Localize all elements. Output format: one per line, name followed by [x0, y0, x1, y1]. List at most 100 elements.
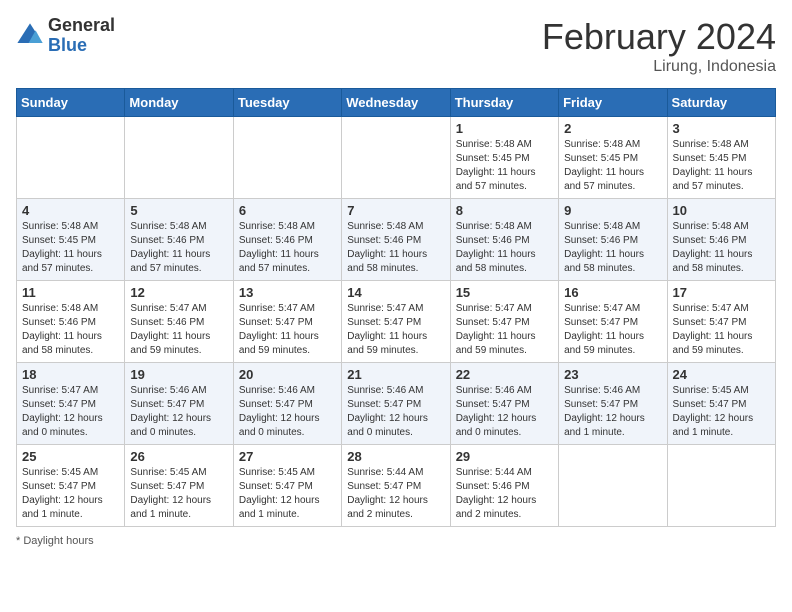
calendar-cell — [342, 117, 450, 199]
month-title: February 2024 — [542, 16, 776, 58]
day-info: Sunrise: 5:46 AM Sunset: 5:47 PM Dayligh… — [564, 384, 661, 440]
calendar-cell: 29Sunrise: 5:44 AM Sunset: 5:46 PM Dayli… — [450, 445, 558, 527]
logo-text: General Blue — [48, 16, 115, 56]
day-number: 19 — [130, 367, 227, 382]
calendar-cell — [667, 445, 775, 527]
day-number: 9 — [564, 203, 661, 218]
day-number: 26 — [130, 449, 227, 464]
day-number: 5 — [130, 203, 227, 218]
calendar-cell: 2Sunrise: 5:48 AM Sunset: 5:45 PM Daylig… — [559, 117, 667, 199]
logo: General Blue — [16, 16, 115, 56]
day-info: Sunrise: 5:47 AM Sunset: 5:47 PM Dayligh… — [347, 302, 444, 358]
day-info: Sunrise: 5:45 AM Sunset: 5:47 PM Dayligh… — [22, 466, 119, 522]
day-info: Sunrise: 5:48 AM Sunset: 5:45 PM Dayligh… — [673, 138, 770, 194]
calendar-cell: 8 Sunrise: 5:48 AM Sunset: 5:46 PM Daylig… — [450, 199, 558, 281]
day-info: Sunrise: 5:45 AM Sunset: 5:47 PM Dayligh… — [130, 466, 227, 522]
calendar-cell: 10 Sunrise: 5:48 AM Sunset: 5:46 PM Dayli… — [667, 199, 775, 281]
calendar-cell: 16 Sunrise: 5:47 AM Sunset: 5:47 PM Dayli… — [559, 281, 667, 363]
day-info: Sunrise: 5:46 AM Sunset: 5:47 PM Dayligh… — [456, 384, 553, 440]
day-info: Sunrise: 5:48 AM Sunset: 5:45 PM Dayligh… — [22, 220, 119, 276]
calendar-cell: 25 Sunrise: 5:45 AM Sunset: 5:47 PM Dayli… — [17, 445, 125, 527]
day-number: 10 — [673, 203, 770, 218]
calendar-cell: 19 Sunrise: 5:46 AM Sunset: 5:47 PM Dayli… — [125, 363, 233, 445]
title-area: February 2024 Lirung, Indonesia — [542, 16, 776, 76]
day-info: Sunrise: 5:48 AM Sunset: 5:46 PM Dayligh… — [564, 220, 661, 276]
calendar-cell: 6Sunrise: 5:48 AM Sunset: 5:46 PM Daylig… — [233, 199, 341, 281]
calendar-week-3: 18 Sunrise: 5:47 AM Sunset: 5:47 PM Dayli… — [17, 363, 776, 445]
day-number: 22 — [456, 367, 553, 382]
day-number: 20 — [239, 367, 336, 382]
day-info: Sunrise: 5:47 AM Sunset: 5:47 PM Dayligh… — [564, 302, 661, 358]
calendar-cell: 28 Sunrise: 5:44 AM Sunset: 5:47 PM Dayli… — [342, 445, 450, 527]
day-number: 17 — [673, 285, 770, 300]
day-number: 23 — [564, 367, 661, 382]
day-info: Sunrise: 5:46 AM Sunset: 5:47 PM Dayligh… — [239, 384, 336, 440]
day-number: 11 — [22, 285, 119, 300]
column-header-wednesday: Wednesday — [342, 89, 450, 117]
calendar-cell: 7Sunrise: 5:48 AM Sunset: 5:46 PM Daylig… — [342, 199, 450, 281]
column-header-friday: Friday — [559, 89, 667, 117]
day-info: Sunrise: 5:48 AM Sunset: 5:46 PM Dayligh… — [456, 220, 553, 276]
column-header-saturday: Saturday — [667, 89, 775, 117]
calendar-cell: 14 Sunrise: 5:47 AM Sunset: 5:47 PM Dayli… — [342, 281, 450, 363]
logo-blue-text: Blue — [48, 36, 115, 56]
day-number: 2 — [564, 121, 661, 136]
day-info: Sunrise: 5:45 AM Sunset: 5:47 PM Dayligh… — [673, 384, 770, 440]
column-header-sunday: Sunday — [17, 89, 125, 117]
calendar-cell: 4 Sunrise: 5:48 AM Sunset: 5:45 PM Daylig… — [17, 199, 125, 281]
day-number: 4 — [22, 203, 119, 218]
calendar-week-2: 11 Sunrise: 5:48 AM Sunset: 5:46 PM Dayli… — [17, 281, 776, 363]
day-number: 1 — [456, 121, 553, 136]
day-number: 29 — [456, 449, 553, 464]
day-info: Sunrise: 5:46 AM Sunset: 5:47 PM Dayligh… — [130, 384, 227, 440]
calendar-cell: 5Sunrise: 5:48 AM Sunset: 5:46 PM Daylig… — [125, 199, 233, 281]
day-info: Sunrise: 5:45 AM Sunset: 5:47 PM Dayligh… — [239, 466, 336, 522]
calendar-cell: 20 Sunrise: 5:46 AM Sunset: 5:47 PM Dayli… — [233, 363, 341, 445]
day-info: Sunrise: 5:47 AM Sunset: 5:47 PM Dayligh… — [239, 302, 336, 358]
logo-general-text: General — [48, 16, 115, 36]
day-info: Sunrise: 5:47 AM Sunset: 5:46 PM Dayligh… — [130, 302, 227, 358]
calendar-cell: 18 Sunrise: 5:47 AM Sunset: 5:47 PM Dayli… — [17, 363, 125, 445]
calendar-cell: 24 Sunrise: 5:45 AM Sunset: 5:47 PM Dayli… — [667, 363, 775, 445]
day-number: 28 — [347, 449, 444, 464]
day-number: 16 — [564, 285, 661, 300]
day-number: 6 — [239, 203, 336, 218]
day-number: 14 — [347, 285, 444, 300]
logo-icon — [16, 22, 44, 50]
location-title: Lirung, Indonesia — [542, 58, 776, 76]
day-info: Sunrise: 5:47 AM Sunset: 5:47 PM Dayligh… — [673, 302, 770, 358]
day-number: 21 — [347, 367, 444, 382]
day-number: 24 — [673, 367, 770, 382]
calendar-cell: 11 Sunrise: 5:48 AM Sunset: 5:46 PM Dayli… — [17, 281, 125, 363]
day-number: 12 — [130, 285, 227, 300]
calendar-week-4: 25 Sunrise: 5:45 AM Sunset: 5:47 PM Dayli… — [17, 445, 776, 527]
calendar-week-1: 4 Sunrise: 5:48 AM Sunset: 5:45 PM Daylig… — [17, 199, 776, 281]
day-info: Sunrise: 5:48 AM Sunset: 5:46 PM Dayligh… — [22, 302, 119, 358]
day-number: 8 — [456, 203, 553, 218]
calendar-cell: 23 Sunrise: 5:46 AM Sunset: 5:47 PM Dayli… — [559, 363, 667, 445]
calendar-cell: 22 Sunrise: 5:46 AM Sunset: 5:47 PM Dayli… — [450, 363, 558, 445]
column-header-monday: Monday — [125, 89, 233, 117]
day-number: 15 — [456, 285, 553, 300]
calendar-cell: 13Sunrise: 5:47 AM Sunset: 5:47 PM Dayli… — [233, 281, 341, 363]
day-info: Sunrise: 5:46 AM Sunset: 5:47 PM Dayligh… — [347, 384, 444, 440]
calendar-cell: 9 Sunrise: 5:48 AM Sunset: 5:46 PM Daylig… — [559, 199, 667, 281]
calendar-week-0: 1 Sunrise: 5:48 AM Sunset: 5:45 PM Daylig… — [17, 117, 776, 199]
day-number: 18 — [22, 367, 119, 382]
day-number: 25 — [22, 449, 119, 464]
calendar-cell: 17 Sunrise: 5:47 AM Sunset: 5:47 PM Dayli… — [667, 281, 775, 363]
calendar-cell: 15Sunrise: 5:47 AM Sunset: 5:47 PM Dayli… — [450, 281, 558, 363]
column-header-thursday: Thursday — [450, 89, 558, 117]
calendar-cell: 3Sunrise: 5:48 AM Sunset: 5:45 PM Daylig… — [667, 117, 775, 199]
calendar-cell: 21 Sunrise: 5:46 AM Sunset: 5:47 PM Dayli… — [342, 363, 450, 445]
calendar-cell — [17, 117, 125, 199]
calendar-cell — [559, 445, 667, 527]
calendar-cell: 12 Sunrise: 5:47 AM Sunset: 5:46 PM Dayli… — [125, 281, 233, 363]
day-info: Sunrise: 5:48 AM Sunset: 5:46 PM Dayligh… — [673, 220, 770, 276]
day-info: Sunrise: 5:47 AM Sunset: 5:47 PM Dayligh… — [22, 384, 119, 440]
column-header-tuesday: Tuesday — [233, 89, 341, 117]
footer-note: * Daylight hours — [16, 535, 776, 547]
day-info: Sunrise: 5:44 AM Sunset: 5:47 PM Dayligh… — [347, 466, 444, 522]
day-number: 27 — [239, 449, 336, 464]
calendar-cell — [233, 117, 341, 199]
